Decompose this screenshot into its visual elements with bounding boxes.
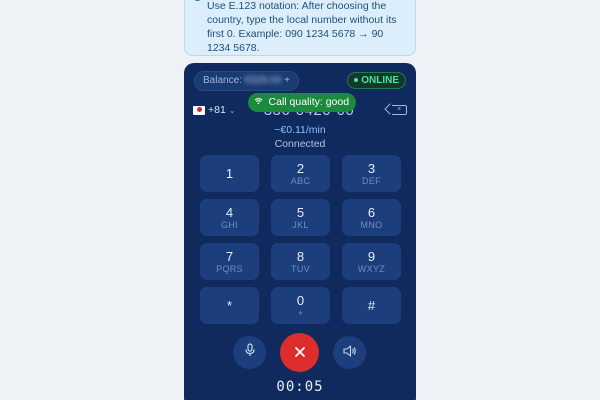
key-4[interactable]: 4 GHI bbox=[200, 199, 259, 236]
key-5[interactable]: 5 JKL bbox=[271, 199, 330, 236]
call-controls bbox=[184, 333, 416, 373]
balance-pill[interactable]: Balance: €329.04 + bbox=[194, 71, 299, 91]
online-label: ONLINE bbox=[361, 75, 399, 86]
key-letters: JKL bbox=[292, 219, 309, 230]
call-timer: 00:05 bbox=[276, 379, 324, 395]
dialer-panel: Balance: €329.04 + ONLINE Call quality: … bbox=[184, 63, 416, 400]
key-letters: + bbox=[297, 307, 304, 318]
balance-label: Balance: bbox=[203, 75, 242, 86]
key-8[interactable]: 8 TUV bbox=[271, 243, 330, 280]
key-letters: MNO bbox=[360, 219, 383, 230]
key-digit: 5 bbox=[296, 204, 305, 220]
key-letters: WXYZ bbox=[357, 263, 386, 274]
key-9[interactable]: 9 WXYZ bbox=[342, 243, 401, 280]
key-letters: GHI bbox=[221, 219, 238, 230]
key-digit: 3 bbox=[367, 160, 376, 176]
key-digit: # bbox=[367, 297, 376, 313]
backspace-icon[interactable]: × bbox=[392, 105, 407, 115]
key-digit: 0 bbox=[296, 292, 305, 308]
hangup-icon bbox=[294, 342, 306, 363]
info-icon: i bbox=[193, 0, 202, 1]
balance-value: €329.04 bbox=[244, 75, 282, 86]
key-digit: 2 bbox=[296, 160, 305, 176]
hangup-button[interactable] bbox=[280, 333, 319, 372]
key-letters: TUV bbox=[291, 263, 310, 274]
wifi-icon bbox=[254, 97, 266, 107]
speaker-button[interactable] bbox=[333, 336, 366, 369]
add-balance-button[interactable]: + bbox=[284, 72, 290, 90]
key-digit: 9 bbox=[367, 248, 376, 264]
key-3[interactable]: 3 DEF bbox=[342, 155, 401, 192]
key-star[interactable]: * bbox=[200, 287, 259, 324]
keypad: 1 2 ABC 3 DEF 4 GHI 5 JKL 6 MNO 7 PQRS 8 TUV 9W… bbox=[200, 155, 401, 324]
key-0[interactable]: 0 + bbox=[271, 287, 330, 324]
country-selector[interactable]: +81 ⌄ bbox=[193, 104, 236, 116]
key-6[interactable]: 6 MNO bbox=[342, 199, 401, 236]
key-letters: DEF bbox=[362, 175, 381, 186]
country-code: +81 bbox=[208, 104, 226, 116]
call-status: Connected bbox=[274, 138, 326, 150]
call-rate: ~€0.11/min bbox=[274, 124, 326, 136]
mute-button[interactable] bbox=[233, 336, 266, 369]
key-digit: 1 bbox=[225, 165, 234, 181]
call-quality-tooltip: Call quality: good bbox=[248, 93, 357, 112]
notation-info-text: Use E.123 notation: After choosing the c… bbox=[207, 0, 397, 54]
key-letters: ABC bbox=[290, 175, 311, 186]
key-digit: 8 bbox=[296, 248, 305, 264]
key-1[interactable]: 1 bbox=[200, 155, 259, 192]
status-dot-icon bbox=[354, 78, 359, 83]
online-status-badge: ONLINE bbox=[347, 72, 406, 89]
chevron-down-icon: ⌄ bbox=[228, 105, 236, 115]
key-digit: * bbox=[226, 297, 233, 313]
key-7[interactable]: 7 PQRS bbox=[200, 243, 259, 280]
key-digit: 6 bbox=[367, 204, 376, 220]
speaker-icon bbox=[342, 344, 357, 362]
key-letters: PQRS bbox=[216, 263, 243, 274]
key-2[interactable]: 2 ABC bbox=[271, 155, 330, 192]
microphone-icon bbox=[244, 343, 256, 362]
key-digit: 7 bbox=[225, 248, 234, 264]
key-digit: 4 bbox=[225, 204, 234, 220]
notation-info-box: i Use E.123 notation: After choosing the… bbox=[184, 0, 416, 56]
key-hash[interactable]: # bbox=[342, 287, 401, 324]
call-quality-text: Call quality: good bbox=[268, 96, 350, 108]
japan-flag-icon bbox=[193, 105, 205, 115]
